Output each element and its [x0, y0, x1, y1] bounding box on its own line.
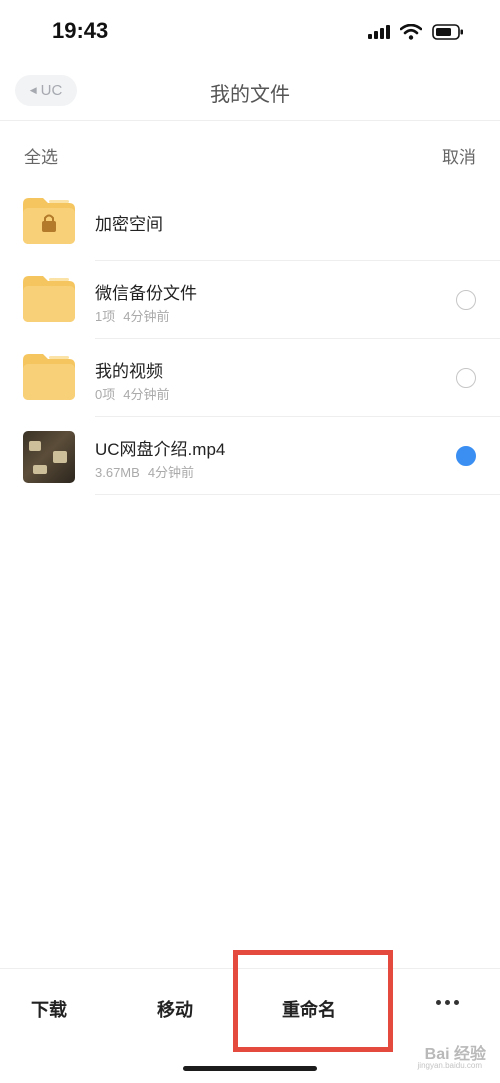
list-item-wechat-backup[interactable]: 微信备份文件 1项 4分钟前: [0, 261, 500, 339]
home-indicator: [183, 1066, 317, 1071]
download-button[interactable]: 下载: [31, 996, 67, 1022]
file-time: 4分钟前: [123, 387, 170, 402]
move-button[interactable]: 移动: [157, 996, 193, 1022]
folder-icon: [23, 354, 75, 400]
folder-icon: [23, 276, 75, 322]
battery-icon: [432, 24, 463, 40]
file-time: 4分钟前: [147, 465, 195, 480]
video-thumbnail: [23, 431, 75, 483]
thumbnail-chip: [53, 451, 67, 463]
thumbnail-chip: [33, 465, 47, 474]
file-size: 3.67MB: [95, 465, 140, 480]
wifi-icon: [400, 24, 422, 40]
highlight-box: [233, 950, 393, 1052]
list-item-uc-video[interactable]: UC网盘介绍.mp4 3.67MB 4分钟前: [0, 417, 500, 495]
status-time: 19:43: [52, 18, 109, 43]
select-checkbox-checked[interactable]: [456, 446, 476, 466]
status-icons: [368, 22, 464, 42]
file-meta: 3.67MB 4分钟前: [95, 462, 194, 481]
file-count: 0项: [95, 387, 116, 402]
file-count: 1项: [95, 309, 116, 324]
select-checkbox[interactable]: [456, 290, 476, 310]
nav-divider: [0, 120, 500, 121]
file-meta: 0项 4分钟前: [95, 384, 169, 403]
select-checkbox[interactable]: [456, 368, 476, 388]
file-meta: 1项 4分钟前: [95, 306, 169, 325]
file-name: 我的视频: [95, 362, 163, 381]
file-name: 微信备份文件: [95, 284, 197, 303]
list-item-my-videos[interactable]: 我的视频 0项 4分钟前: [0, 339, 500, 417]
cellular-signal-icon: [368, 25, 390, 39]
select-all-button[interactable]: 全选: [24, 143, 58, 168]
watermark-url: jingyan.baidu.com: [417, 1061, 482, 1070]
file-name: UC网盘介绍.mp4: [95, 440, 226, 459]
file-time: 4分钟前: [123, 309, 170, 324]
cancel-button[interactable]: 取消: [442, 143, 476, 168]
locked-folder-icon: [23, 198, 75, 244]
page-title: 我的文件: [210, 84, 290, 106]
list-item-encrypted-space[interactable]: 加密空间: [0, 183, 500, 261]
file-name: 加密空间: [95, 215, 163, 234]
thumbnail-chip: [29, 441, 41, 451]
more-horizontal-icon[interactable]: [436, 1000, 459, 1005]
row-divider: [95, 494, 500, 495]
